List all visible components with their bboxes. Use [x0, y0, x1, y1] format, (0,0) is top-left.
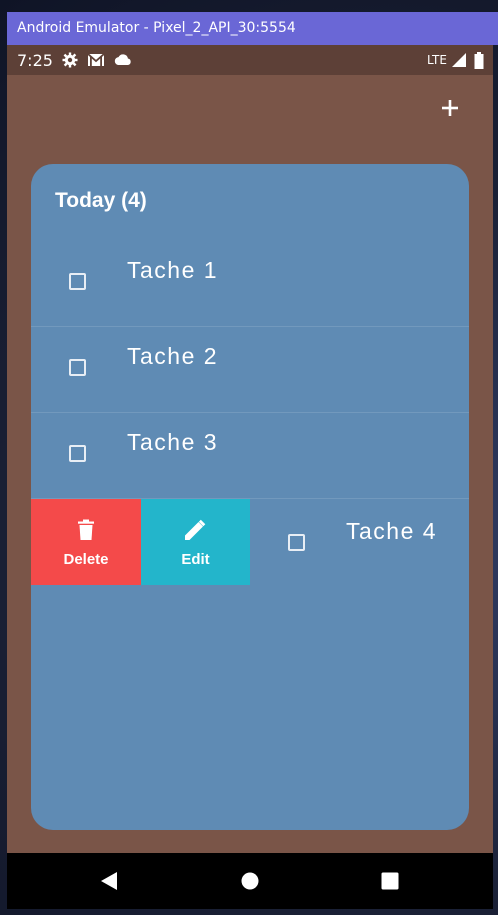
task-label: Tache 2	[127, 343, 219, 369]
task-checkbox[interactable]	[69, 273, 86, 290]
gmail-icon	[87, 52, 105, 68]
task-label: Tache 4	[346, 518, 438, 544]
emulator-window-title: Android Emulator - Pixel_2_API_30:5554	[7, 12, 498, 45]
trash-icon	[77, 519, 95, 546]
network-type-label: LTE	[427, 53, 447, 67]
emulator-screen: 7:25 LTE Today (4) Tache 1 Tache 2 Tache…	[7, 45, 493, 909]
settings-icon	[62, 52, 78, 68]
task-row[interactable]: Tache 3	[31, 413, 469, 499]
battery-icon	[473, 52, 485, 69]
edit-label: Edit	[181, 551, 210, 568]
navigation-bar	[7, 853, 493, 909]
task-checkbox[interactable]	[69, 445, 86, 462]
task-row[interactable]: Tache 2	[31, 327, 469, 413]
edit-action-button[interactable]: Edit	[141, 499, 250, 585]
delete-action-button[interactable]: Delete	[31, 499, 141, 585]
task-checkbox[interactable]	[69, 359, 86, 376]
pencil-icon	[184, 519, 206, 546]
status-time: 7:25	[17, 51, 53, 70]
status-bar: 7:25 LTE	[7, 45, 493, 75]
task-label: Tache 3	[127, 429, 219, 455]
task-checkbox[interactable]	[288, 534, 305, 551]
task-label: Tache 1	[127, 257, 219, 283]
delete-label: Delete	[63, 551, 109, 568]
back-icon[interactable]	[100, 872, 118, 895]
home-icon[interactable]	[241, 872, 259, 895]
task-row[interactable]: Tache 1	[31, 241, 469, 327]
recents-icon[interactable]	[381, 872, 399, 895]
add-task-button[interactable]	[435, 93, 465, 123]
task-row-swiped[interactable]: Delete Edit Tache 4	[31, 499, 469, 585]
cloud-icon	[113, 52, 133, 68]
list-title: Today (4)	[55, 189, 147, 212]
plus-icon	[442, 100, 458, 116]
signal-icon	[451, 52, 467, 68]
task-list-card: Today (4) Tache 1 Tache 2 Tache 3 Delete…	[31, 164, 469, 830]
